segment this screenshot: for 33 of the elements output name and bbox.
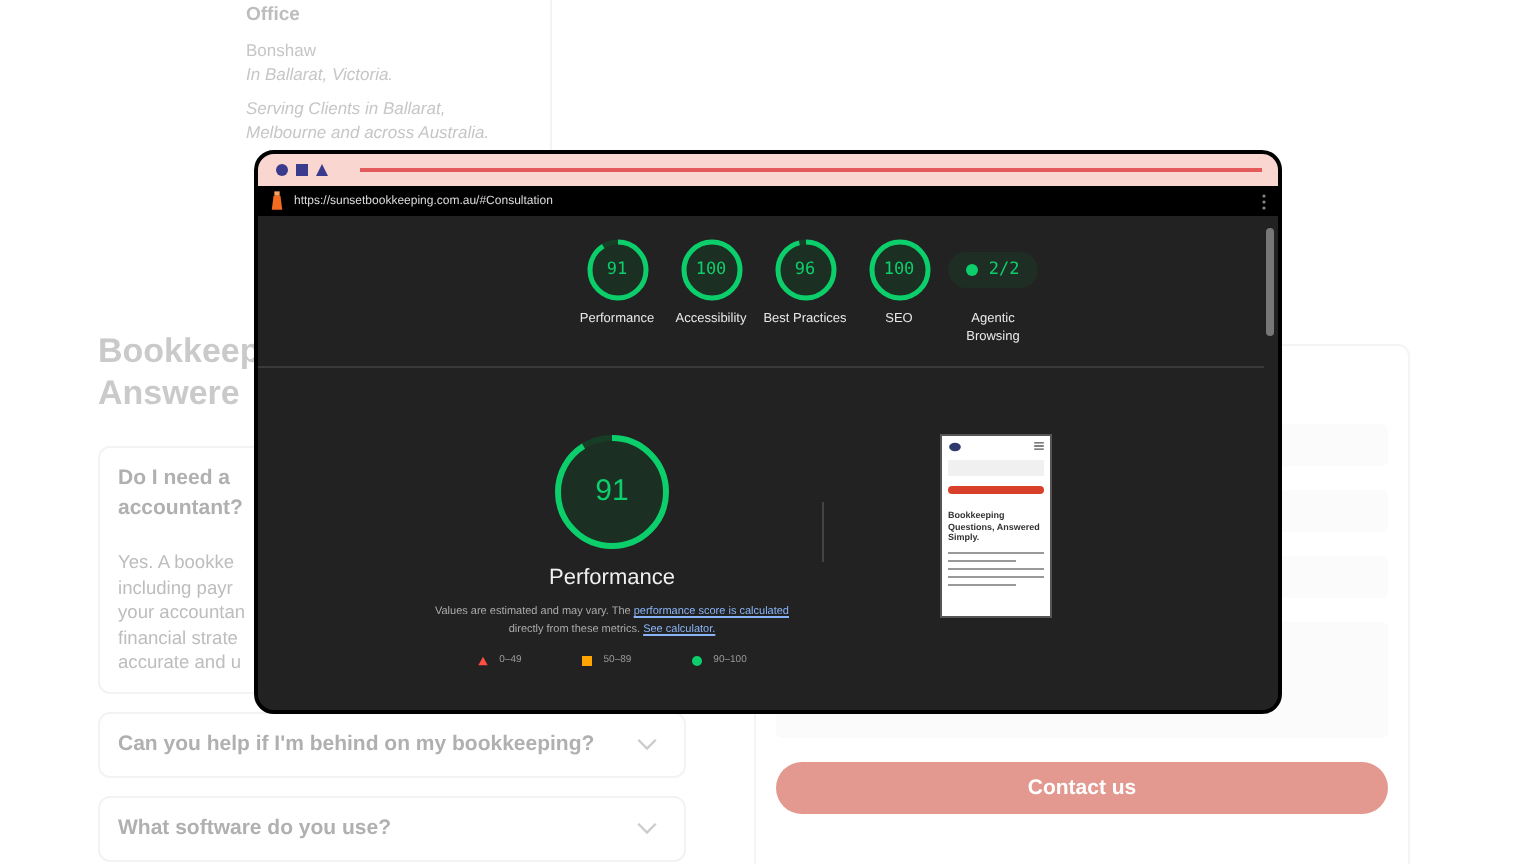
faq-question: Do I need a [118, 464, 231, 494]
faq-question: What software do you use? [118, 813, 392, 844]
gauge-score: 100 [883, 260, 915, 280]
score-gauge[interactable] [865, 236, 933, 304]
score-gauge[interactable] [583, 236, 651, 304]
performance-score: 91 [595, 474, 629, 510]
office-heading: Office [246, 4, 302, 26]
score-gauge[interactable] [771, 236, 839, 304]
score-badge[interactable]: 2/2 [948, 252, 1038, 288]
service-area-text: Melbourne and across Australia. [246, 120, 492, 144]
chevron-down-icon [636, 821, 658, 836]
text-lines-drawing [948, 551, 1044, 585]
faq-answer: your accountan [118, 600, 246, 626]
faq-answer: including payr [118, 575, 233, 601]
gauge-score: 96 [794, 260, 816, 280]
service-area-text: Serving Clients in Ballarat, [246, 96, 448, 120]
office-region: In Ballarat, Victoria. [246, 62, 396, 86]
faq-question: Can you help if I'm behind on my bookkeeping? [118, 729, 595, 760]
gauge-score: 91 [606, 260, 628, 280]
faq-answer: accurate and u [118, 650, 242, 676]
lighthouse-icon [270, 190, 284, 212]
gauge-score: 100 [695, 260, 727, 280]
faq-question: accountant? [118, 494, 243, 524]
performance-gauge [552, 432, 672, 552]
menu-icon [1034, 442, 1044, 450]
performance-title: Performance [549, 566, 675, 590]
score-gauge[interactable] [677, 236, 745, 304]
chevron-down-icon [636, 737, 658, 752]
faq-answer: Yes. A bookke [118, 550, 235, 576]
shapes-icon [274, 162, 334, 178]
office-place: Bonshaw [246, 38, 318, 62]
logo-icon [948, 442, 962, 452]
faq-answer: financial strate [118, 625, 238, 651]
